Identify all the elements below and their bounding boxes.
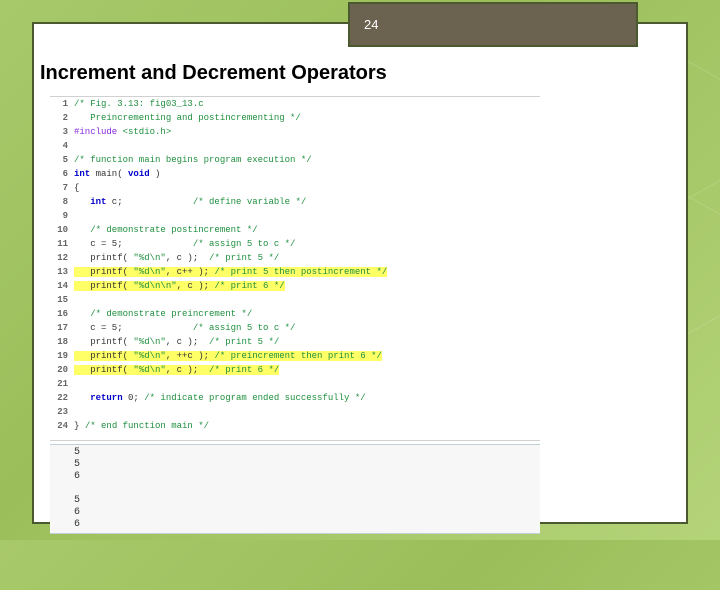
code-line: 21 [50, 377, 540, 391]
code-line: 18 printf( "%d\n", c ); /* print 5 */ [50, 335, 540, 349]
output-line: 6 [74, 471, 540, 483]
code-listing: 1/* Fig. 3.13: fig03_13.c2 Preincrementi… [50, 96, 540, 441]
code-text: int c; /* define variable */ [74, 195, 540, 209]
line-number: 18 [50, 335, 74, 349]
code-text: /* demonstrate preincrement */ [74, 307, 540, 321]
line-number: 16 [50, 307, 74, 321]
code-line: 6int main( void ) [50, 167, 540, 181]
line-number: 9 [50, 209, 74, 223]
code-text: int main( void ) [74, 167, 540, 181]
code-line: 22 return 0; /* indicate program ended s… [50, 391, 540, 405]
code-line: 13 printf( "%d\n", c++ ); /* print 5 the… [50, 265, 540, 279]
code-text: printf( "%d\n", ++c ); /* preincrement t… [74, 349, 540, 363]
line-number: 13 [50, 265, 74, 279]
line-number: 11 [50, 237, 74, 251]
code-line: 16 /* demonstrate preincrement */ [50, 307, 540, 321]
code-line: 7{ [50, 181, 540, 195]
code-text: return 0; /* indicate program ended succ… [74, 391, 540, 405]
output-line: 5 [74, 459, 540, 471]
line-number: 3 [50, 125, 74, 139]
line-number: 20 [50, 363, 74, 377]
code-text: #include <stdio.h> [74, 125, 540, 139]
code-text: Preincrementing and postincrementing */ [74, 111, 540, 125]
output-line: 5 [74, 447, 540, 459]
line-number: 10 [50, 223, 74, 237]
line-number: 12 [50, 251, 74, 265]
code-text: } /* end function main */ [74, 419, 540, 433]
code-text: printf( "%d\n", c ); /* print 6 */ [74, 363, 540, 377]
code-line: 8 int c; /* define variable */ [50, 195, 540, 209]
code-text: /* demonstrate postincrement */ [74, 223, 540, 237]
slide-number-box: 24 [348, 2, 638, 47]
line-number: 17 [50, 321, 74, 335]
line-number: 2 [50, 111, 74, 125]
code-text: /* function main begins program executio… [74, 153, 540, 167]
line-number: 4 [50, 139, 74, 153]
code-text: { [74, 181, 540, 195]
line-number: 6 [50, 167, 74, 181]
slide-frame: 24 Increment and Decrement Operators 1/*… [32, 22, 688, 524]
code-text: printf( "%d\n", c ); /* print 5 */ [74, 251, 540, 265]
line-number: 21 [50, 377, 74, 391]
output-line [74, 483, 540, 495]
code-text: printf( "%d\n", c++ ); /* print 5 then p… [74, 265, 540, 279]
code-line: 3#include <stdio.h> [50, 125, 540, 139]
code-line: 11 c = 5; /* assign 5 to c */ [50, 237, 540, 251]
code-line: 15 [50, 293, 540, 307]
code-line: 10 /* demonstrate postincrement */ [50, 223, 540, 237]
code-line: 9 [50, 209, 540, 223]
code-text [74, 405, 540, 419]
output-line: 6 [74, 519, 540, 531]
code-text: printf( "%d\n\n", c ); /* print 6 */ [74, 279, 540, 293]
code-text: c = 5; /* assign 5 to c */ [74, 237, 540, 251]
code-line: 17 c = 5; /* assign 5 to c */ [50, 321, 540, 335]
code-line: 12 printf( "%d\n", c ); /* print 5 */ [50, 251, 540, 265]
slide-title: Increment and Decrement Operators [40, 62, 387, 85]
line-number: 19 [50, 349, 74, 363]
line-number: 5 [50, 153, 74, 167]
code-text [74, 139, 540, 153]
output-line: 5 [74, 495, 540, 507]
line-number: 14 [50, 279, 74, 293]
code-line: 23 [50, 405, 540, 419]
code-line: 2 Preincrementing and postincrementing *… [50, 111, 540, 125]
code-text [74, 209, 540, 223]
line-number: 7 [50, 181, 74, 195]
program-output: 556566 [50, 444, 540, 534]
code-text [74, 377, 540, 391]
code-text: printf( "%d\n", c ); /* print 5 */ [74, 335, 540, 349]
line-number: 22 [50, 391, 74, 405]
code-line: 20 printf( "%d\n", c ); /* print 6 */ [50, 363, 540, 377]
code-text: /* Fig. 3.13: fig03_13.c [74, 97, 540, 111]
output-line: 6 [74, 507, 540, 519]
code-text [74, 293, 540, 307]
line-number: 8 [50, 195, 74, 209]
slide-number: 24 [364, 17, 378, 32]
line-number: 1 [50, 97, 74, 111]
line-number: 15 [50, 293, 74, 307]
code-line: 1/* Fig. 3.13: fig03_13.c [50, 97, 540, 111]
line-number: 23 [50, 405, 74, 419]
code-line: 4 [50, 139, 540, 153]
code-line: 14 printf( "%d\n\n", c ); /* print 6 */ [50, 279, 540, 293]
line-number: 24 [50, 419, 74, 433]
code-line: 19 printf( "%d\n", ++c ); /* preincremen… [50, 349, 540, 363]
code-line: 5/* function main begins program executi… [50, 153, 540, 167]
code-line: 24} /* end function main */ [50, 419, 540, 433]
code-text: c = 5; /* assign 5 to c */ [74, 321, 540, 335]
